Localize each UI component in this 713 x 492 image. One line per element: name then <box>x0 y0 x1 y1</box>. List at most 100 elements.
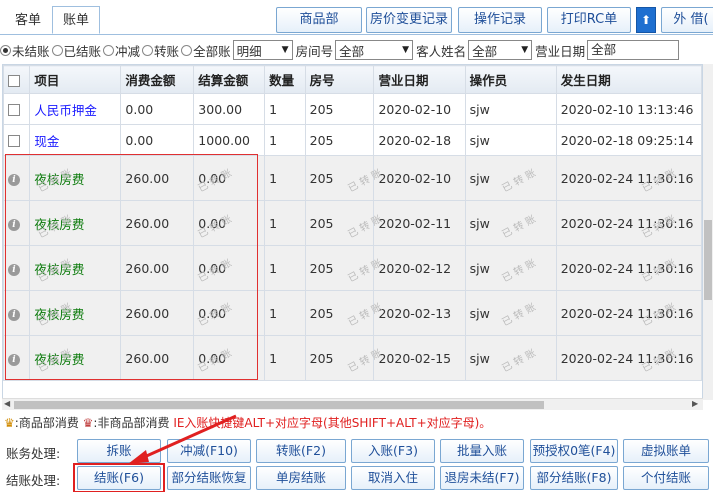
table-row[interactable]: i 夜核房费 260.00 0.00 1 205 2020-02-10 sjw … <box>3 155 702 201</box>
horizontal-scroll-thumb[interactable] <box>14 401 544 409</box>
shortcut-hint: IE入账快捷键ALT+对应字母(其他SHIFT+ALT+对应字母)。 <box>173 416 492 430</box>
chevron-down-icon: ▼ <box>521 45 529 55</box>
single-room-settle-button[interactable]: 单房结账 <box>256 466 346 490</box>
row-checkbox-cell[interactable] <box>3 124 31 156</box>
select-all-header[interactable] <box>3 65 31 94</box>
table-row[interactable]: i 夜核房费 260.00 0.00 1 205 2020-02-11 sjw … <box>3 200 702 246</box>
cell-item: 夜核房费 <box>29 290 122 336</box>
scroll-right-icon[interactable]: ▶ <box>692 399 698 408</box>
radio-label: 未结账 <box>12 43 50 59</box>
individual-pay-button[interactable]: 个付结账 <box>623 466 709 490</box>
row-info-cell[interactable]: i <box>3 155 31 201</box>
cell-consume: 0.00 <box>120 124 195 156</box>
cell-occurred: 2020-02-24 11:30:16 <box>555 290 702 336</box>
row-info-cell[interactable]: i <box>3 335 31 381</box>
tab-account-bill[interactable]: 账单 <box>52 6 101 34</box>
col-header-item[interactable]: 项目 <box>29 65 122 94</box>
business-date-input[interactable]: 全部 <box>587 40 680 60</box>
virtual-bill-button[interactable]: 虚拟账单 <box>623 439 709 463</box>
row-checkbox-cell[interactable] <box>3 93 31 125</box>
settle-processing-label: 结账处理: <box>6 473 61 488</box>
tab-guest-bill[interactable]: 客单 <box>4 6 52 34</box>
room-select[interactable]: 全部 ▼ <box>335 40 414 60</box>
guest-select-value: 全部 <box>472 43 498 59</box>
checkbox-icon[interactable] <box>8 135 20 147</box>
radio-label: 全部账 <box>193 43 231 59</box>
col-header-occurred[interactable]: 发生日期 <box>555 65 702 94</box>
transfer-button[interactable]: 转账(F2) <box>256 439 346 463</box>
scroll-left-icon[interactable]: ◀ <box>4 399 10 408</box>
cell-room: 205 <box>304 155 375 201</box>
cell-settle: 1000.00 <box>193 124 266 156</box>
cell-room: 205 <box>304 93 375 125</box>
radio-settled[interactable]: 已结账 <box>51 41 102 60</box>
col-header-operator[interactable]: 操作员 <box>464 65 557 94</box>
nongoods-consumption-text: 非商品部消费 <box>97 416 170 430</box>
info-icon[interactable]: i <box>8 174 20 186</box>
col-header-bizdate[interactable]: 营业日期 <box>373 65 466 94</box>
table-row[interactable]: 人民币押金 0.00 300.00 1 205 2020-02-10 sjw 2… <box>3 93 702 125</box>
table-row[interactable]: i 夜核房费 260.00 0.00 1 205 2020-02-12 sjw … <box>3 245 702 291</box>
cell-item: 人民币押金 <box>29 93 122 125</box>
detail-select[interactable]: 明细 ▼ <box>232 40 293 60</box>
checkbox-icon[interactable] <box>8 74 20 87</box>
cell-bizdate: 2020-02-10 <box>373 155 466 201</box>
info-icon[interactable]: i <box>8 219 20 231</box>
business-date-label: 营业日期 <box>535 43 586 59</box>
col-header-qty[interactable]: 数量 <box>264 65 306 94</box>
partial-settle-restore-button[interactable]: 部分结账恢复 <box>167 466 251 490</box>
info-icon[interactable]: i <box>8 354 20 366</box>
info-icon[interactable]: i <box>8 309 20 321</box>
guest-name-select[interactable]: 全部 ▼ <box>468 40 533 60</box>
goods-dept-button[interactable]: 商品部 <box>276 7 362 33</box>
table-row[interactable]: i 夜核房费 260.00 0.00 1 205 2020-02-15 sjw … <box>3 335 702 381</box>
cell-consume: 260.00 <box>120 335 195 381</box>
chevron-down-icon: ▼ <box>281 45 289 55</box>
row-info-cell[interactable]: i <box>3 245 31 291</box>
table-row[interactable]: i 夜核房费 260.00 0.00 1 205 2020-02-13 sjw … <box>3 290 702 336</box>
cancel-checkin-button[interactable]: 取消入住 <box>351 466 435 490</box>
split-account-button[interactable]: 拆账 <box>77 439 161 463</box>
radio-label: 转账 <box>154 43 180 59</box>
cell-qty: 1 <box>264 124 306 156</box>
cell-operator: sjw <box>464 200 557 246</box>
col-header-consume[interactable]: 消费金额 <box>120 65 195 94</box>
batch-post-button[interactable]: 批量入账 <box>440 439 524 463</box>
checkout-button[interactable]: 结账(F6) <box>77 466 161 490</box>
account-processing-label: 账务处理: <box>6 446 61 461</box>
radio-dot-icon <box>181 44 193 56</box>
cell-settle: 0.00 <box>193 200 266 246</box>
vertical-scroll-thumb[interactable] <box>704 220 712 300</box>
cell-operator: sjw <box>464 290 557 336</box>
radio-writeoff[interactable]: 冲减 <box>103 41 140 60</box>
radio-unsettled[interactable]: 未结账 <box>0 41 50 60</box>
cell-operator: sjw <box>464 335 557 381</box>
writeoff-button[interactable]: 冲减(F10) <box>167 439 251 463</box>
room-label: 房间号 <box>295 43 334 59</box>
col-header-room[interactable]: 房号 <box>304 65 375 94</box>
table-row[interactable]: 现金 0.00 1000.00 1 205 2020-02-18 sjw 202… <box>3 124 702 156</box>
outside-borrow-button[interactable]: 外 借( <box>661 7 713 33</box>
row-info-cell[interactable]: i <box>3 290 31 336</box>
checkout-unsettled-button[interactable]: 退房未结(F7) <box>440 466 524 490</box>
horizontal-scrollbar[interactable]: ◀ ▶ <box>2 398 703 410</box>
radio-label: 已结账 <box>63 43 102 59</box>
print-rc-button[interactable]: 打印RC单 <box>547 7 631 33</box>
info-icon[interactable]: i <box>8 264 20 276</box>
cell-operator: sjw <box>464 93 557 125</box>
cell-occurred: 2020-02-24 11:30:16 <box>555 245 702 291</box>
cell-settle: 300.00 <box>193 93 266 125</box>
checkbox-icon[interactable] <box>8 104 20 116</box>
preauth-button[interactable]: 预授权0笔(F4) <box>530 439 618 463</box>
col-header-settle[interactable]: 结算金额 <box>193 65 266 94</box>
price-change-log-button[interactable]: 房价变更记录 <box>366 7 452 33</box>
row-info-cell[interactable]: i <box>3 200 31 246</box>
radio-all-accounts[interactable]: 全部账 <box>181 41 231 60</box>
radio-transfer[interactable]: 转账 <box>142 41 179 60</box>
cell-room: 205 <box>304 200 375 246</box>
operation-log-button[interactable]: 操作记录 <box>458 7 542 33</box>
partial-settle-button[interactable]: 部分结账(F8) <box>530 466 618 490</box>
up-arrow-icon[interactable]: ⬆ <box>636 7 656 33</box>
vertical-scrollbar[interactable] <box>703 64 713 400</box>
post-button[interactable]: 入账(F3) <box>351 439 435 463</box>
